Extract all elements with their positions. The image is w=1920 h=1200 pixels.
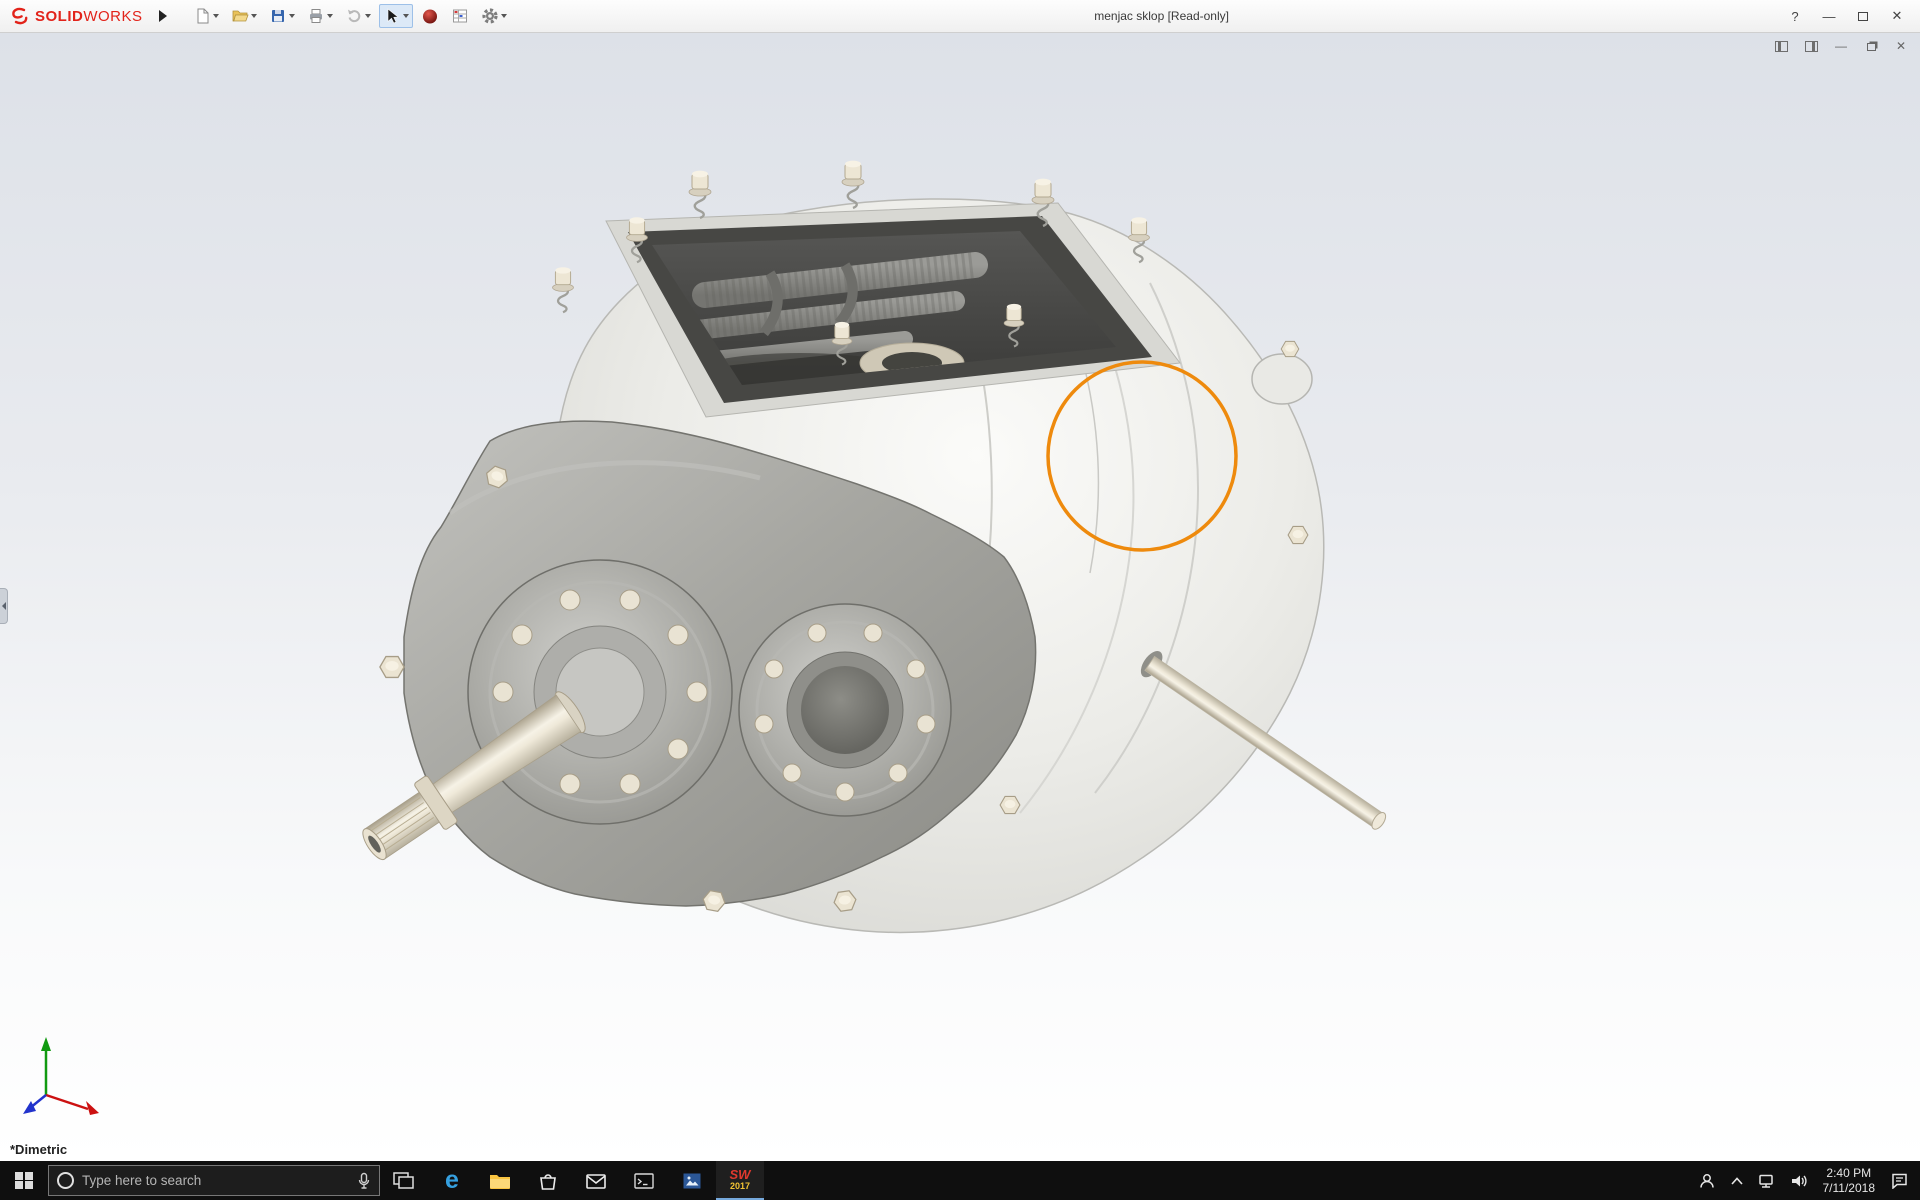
volume-icon bbox=[1791, 1175, 1807, 1186]
microphone-icon[interactable] bbox=[357, 1172, 371, 1190]
open-document-button[interactable] bbox=[227, 4, 261, 28]
print-icon bbox=[309, 9, 322, 23]
close-button[interactable]: ✕ bbox=[1880, 3, 1914, 29]
cortana-icon bbox=[57, 1172, 74, 1189]
minimize-button[interactable]: — bbox=[1812, 3, 1846, 29]
volume-button[interactable] bbox=[1783, 1161, 1815, 1200]
restore-icon bbox=[1866, 43, 1876, 51]
pane-left-icon bbox=[1774, 40, 1788, 52]
toolbar-flyout-arrow-icon[interactable] bbox=[158, 10, 167, 22]
save-button[interactable] bbox=[265, 4, 299, 28]
file-explorer-button[interactable] bbox=[476, 1161, 524, 1200]
window-controls: ? — ✕ bbox=[1778, 3, 1920, 29]
store-icon bbox=[540, 1173, 556, 1190]
save-floppy-icon bbox=[271, 10, 284, 22]
graphics-area[interactable]: — ✕ *Dimetric bbox=[0, 33, 1920, 1161]
network-icon bbox=[1758, 1174, 1773, 1188]
clock-date: 7/11/2018 bbox=[1822, 1180, 1876, 1195]
pane-right-icon bbox=[1804, 40, 1818, 52]
options-gear-icon bbox=[481, 8, 498, 24]
solidworks-brand: SOLIDWORKS bbox=[0, 6, 143, 26]
save-dropdown-icon[interactable] bbox=[288, 14, 295, 18]
new-document-button[interactable] bbox=[189, 4, 223, 28]
windows-taskbar: e SW 2017 bbox=[0, 1161, 1920, 1200]
windows-logo-icon bbox=[15, 1171, 33, 1190]
photos-button[interactable] bbox=[668, 1161, 716, 1200]
system-tray: 2:40 PM 7/11/2018 bbox=[1691, 1161, 1920, 1200]
quick-access-toolbar bbox=[189, 4, 511, 28]
doc-restore-button[interactable] bbox=[1862, 38, 1880, 54]
brand-name: SOLIDWORKS bbox=[35, 7, 143, 25]
pane-right-button[interactable] bbox=[1802, 38, 1820, 54]
action-center-icon bbox=[1892, 1173, 1907, 1189]
open-folder-icon bbox=[232, 10, 249, 22]
mail-icon bbox=[586, 1173, 606, 1189]
title-bar: SOLIDWORKS menjac sklop [Read-only] ? — … bbox=[0, 0, 1920, 33]
doc-minimize-button[interactable]: — bbox=[1832, 38, 1850, 54]
solidworks-taskbar-icon: SW bbox=[729, 1167, 751, 1182]
new-document-icon bbox=[197, 8, 209, 24]
taskbar-clock[interactable]: 2:40 PM 7/11/2018 bbox=[1815, 1166, 1884, 1196]
file-explorer-icon bbox=[490, 1174, 510, 1189]
store-button[interactable] bbox=[524, 1161, 572, 1200]
print-dropdown-icon[interactable] bbox=[326, 14, 333, 18]
task-view-icon bbox=[393, 1171, 414, 1189]
input-shaft-boss bbox=[467, 559, 733, 825]
mail-button[interactable] bbox=[572, 1161, 620, 1200]
appearance-sphere-icon bbox=[422, 9, 437, 24]
taskbar-search[interactable] bbox=[48, 1165, 380, 1196]
undo-icon bbox=[347, 9, 360, 23]
console-icon bbox=[634, 1172, 654, 1189]
action-center-button[interactable] bbox=[1883, 1161, 1916, 1200]
select-cursor-icon bbox=[387, 8, 399, 24]
console-button[interactable] bbox=[620, 1161, 668, 1200]
solidworks-year-badge: 2017 bbox=[729, 1181, 751, 1191]
open-dropdown-icon[interactable] bbox=[250, 14, 257, 18]
people-icon bbox=[1699, 1173, 1714, 1188]
maximize-icon bbox=[1858, 11, 1868, 21]
spreadsheet-button[interactable] bbox=[447, 4, 473, 28]
help-button[interactable]: ? bbox=[1778, 3, 1812, 29]
select-tool-button[interactable] bbox=[378, 4, 413, 28]
pane-left-button[interactable] bbox=[1772, 38, 1790, 54]
options-button[interactable] bbox=[477, 4, 511, 28]
task-view-button[interactable] bbox=[380, 1161, 428, 1200]
print-button[interactable] bbox=[303, 4, 337, 28]
edge-icon: e bbox=[445, 1166, 459, 1194]
appearance-button[interactable] bbox=[417, 4, 443, 28]
solidworks-logo-icon bbox=[12, 7, 28, 25]
panel-splitter-handle[interactable] bbox=[0, 588, 8, 624]
chevron-up-icon bbox=[1730, 1176, 1743, 1185]
undo-dropdown-icon[interactable] bbox=[364, 14, 371, 18]
people-button[interactable] bbox=[1691, 1161, 1723, 1200]
doc-close-button[interactable]: ✕ bbox=[1892, 38, 1910, 54]
clock-time: 2:40 PM bbox=[1826, 1165, 1872, 1180]
3d-model-scene[interactable] bbox=[0, 33, 1920, 1161]
spreadsheet-icon bbox=[452, 9, 467, 23]
document-window-controls: — ✕ bbox=[1772, 38, 1910, 54]
network-button[interactable] bbox=[1751, 1161, 1783, 1200]
tray-expand-button[interactable] bbox=[1723, 1161, 1751, 1200]
document-title: menjac sklop [Read-only] bbox=[1094, 9, 1229, 23]
undo-button[interactable] bbox=[341, 4, 375, 28]
solidworks-window: SOLIDWORKS menjac sklop [Read-only] ? — … bbox=[0, 0, 1920, 1200]
options-dropdown-icon[interactable] bbox=[500, 14, 507, 18]
solidworks-taskbar-button[interactable]: SW 2017 bbox=[716, 1161, 764, 1200]
edge-button[interactable]: e bbox=[428, 1161, 476, 1200]
photos-icon bbox=[683, 1173, 701, 1188]
new-document-dropdown-icon[interactable] bbox=[212, 14, 219, 18]
search-input[interactable] bbox=[82, 1173, 349, 1188]
maximize-button[interactable] bbox=[1846, 3, 1880, 29]
view-orientation-label: *Dimetric bbox=[10, 1142, 68, 1157]
countershaft-cover-boss bbox=[738, 603, 952, 817]
start-button[interactable] bbox=[0, 1161, 48, 1200]
select-dropdown-icon[interactable] bbox=[402, 14, 409, 18]
